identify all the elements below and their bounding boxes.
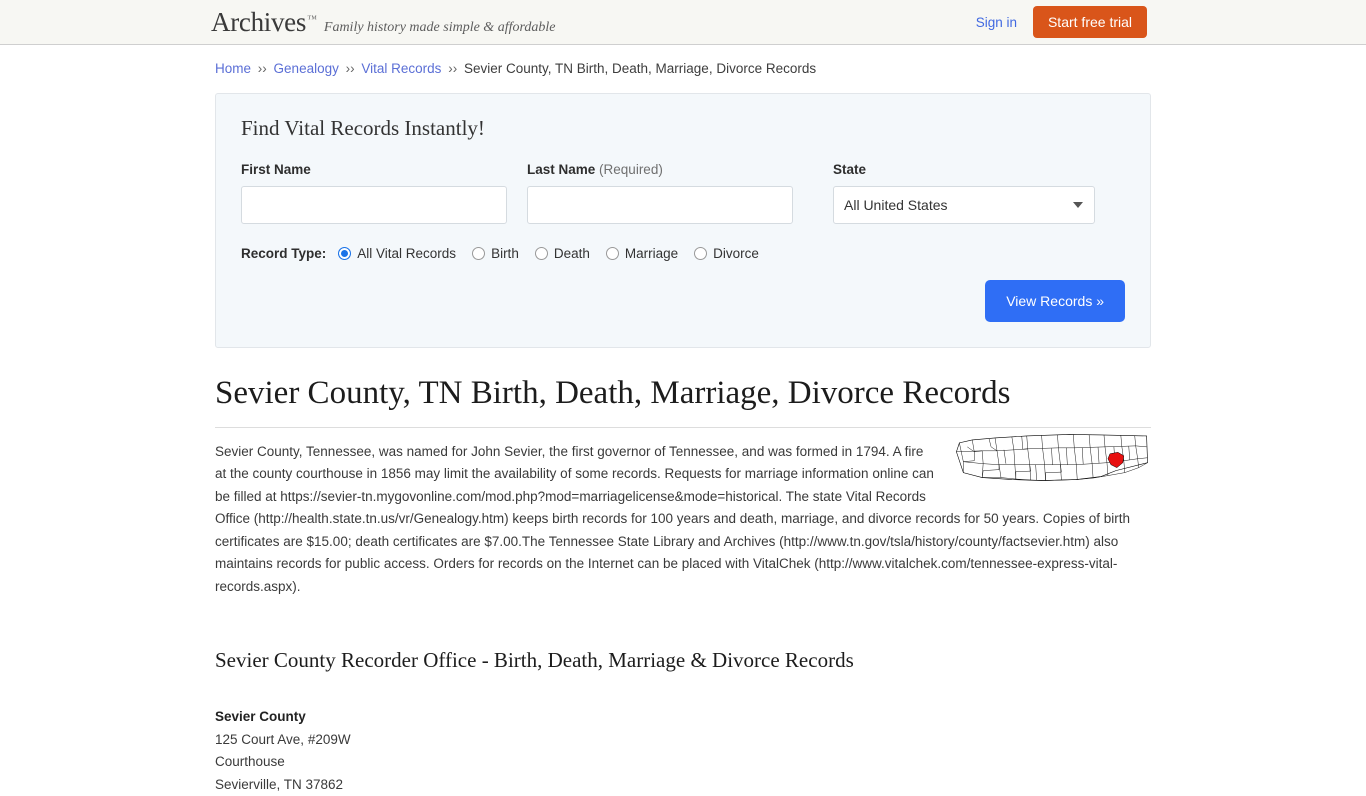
record-type-option-marriage[interactable]: Marriage — [605, 246, 679, 261]
breadcrumb-item-home[interactable]: Home — [215, 61, 251, 76]
record-type-option-death[interactable]: Death — [534, 246, 590, 261]
site-header: Archives ™ Family history made simple & … — [0, 0, 1366, 45]
recorder-office-address: Sevier County 125 Court Ave, #209W Court… — [215, 706, 1151, 796]
search-fields-row: First Name Last Name (Required) State Al… — [241, 162, 1125, 224]
breadcrumb-item-current: Sevier County, TN Birth, Death, Marriage… — [463, 61, 817, 76]
recorder-office-heading: Sevier County Recorder Office - Birth, D… — [215, 648, 854, 673]
state-select[interactable]: All United States — [833, 186, 1095, 224]
last-name-input[interactable] — [527, 186, 793, 224]
first-name-input[interactable] — [241, 186, 507, 224]
last-name-label: Last Name (Required) — [527, 162, 793, 177]
first-name-label: First Name — [241, 162, 311, 177]
breadcrumb-separator: ›› — [448, 61, 458, 76]
radio-icon-divorce[interactable] — [694, 247, 708, 260]
state-label: State — [833, 162, 867, 177]
radio-icon-death[interactable] — [534, 247, 548, 260]
record-type-option-marriage-label: Marriage — [624, 246, 679, 261]
submit-row: View Records » — [241, 280, 1125, 322]
brand-tagline: Family history made simple & affordable — [323, 20, 556, 35]
view-records-button[interactable]: View Records » — [985, 280, 1125, 322]
state-select-wrapper: All United States — [833, 186, 1095, 224]
last-name-field-group: Last Name (Required) — [527, 162, 793, 224]
state-field-group: State All United States — [833, 162, 1095, 224]
tennessee-county-map — [956, 433, 1148, 481]
vital-records-search-panel: Find Vital Records Instantly! First Name… — [215, 93, 1151, 348]
header-actions: Sign in Start free trial — [976, 0, 1147, 44]
record-type-row: Record Type: All Vital Records Birth Dea… — [241, 246, 1125, 261]
address-line-1: 125 Court Ave, #209W — [215, 731, 351, 747]
record-type-option-divorce-label: Divorce — [713, 246, 759, 261]
address-county-name: Sevier County — [215, 709, 306, 725]
brand-name: Archives — [211, 7, 307, 37]
last-name-required-note: (Required) — [599, 162, 663, 177]
record-type-option-all-label: All Vital Records — [357, 246, 457, 261]
address-line-2: Courthouse — [215, 754, 285, 770]
sign-in-link[interactable]: Sign in — [976, 15, 1017, 30]
last-name-label-text: Last Name — [527, 162, 596, 177]
radio-icon-marriage[interactable] — [605, 247, 619, 260]
radio-icon-all[interactable] — [338, 247, 352, 260]
first-name-field-group: First Name — [241, 162, 507, 224]
trademark-icon: ™ — [307, 14, 317, 25]
address-line-3: Sevierville, TN 37862 — [215, 776, 344, 792]
start-free-trial-button[interactable]: Start free trial — [1032, 6, 1147, 38]
state-select-value: All United States — [844, 197, 948, 213]
record-type-option-death-label: Death — [553, 246, 590, 261]
search-panel-title: Find Vital Records Instantly! — [241, 116, 485, 140]
title-divider — [215, 426, 1151, 428]
breadcrumb-item-genealogy[interactable]: Genealogy — [274, 61, 339, 76]
radio-icon-birth[interactable] — [472, 247, 486, 260]
record-type-option-birth[interactable]: Birth — [472, 246, 519, 261]
brand-logo[interactable]: Archives ™ Family history made simple & … — [211, 7, 556, 38]
record-type-label: Record Type: — [241, 246, 327, 261]
page-title: Sevier County, TN Birth, Death, Marriage… — [215, 375, 1011, 411]
breadcrumb: Home ›› Genealogy ›› Vital Records ›› Se… — [215, 45, 1151, 80]
record-type-option-birth-label: Birth — [491, 246, 519, 261]
record-type-option-all[interactable]: All Vital Records — [338, 246, 456, 261]
breadcrumb-separator: ›› — [257, 61, 267, 76]
record-type-option-divorce[interactable]: Divorce — [694, 246, 759, 261]
breadcrumb-item-vital-records[interactable]: Vital Records — [361, 61, 441, 76]
breadcrumb-separator: ›› — [345, 61, 355, 76]
